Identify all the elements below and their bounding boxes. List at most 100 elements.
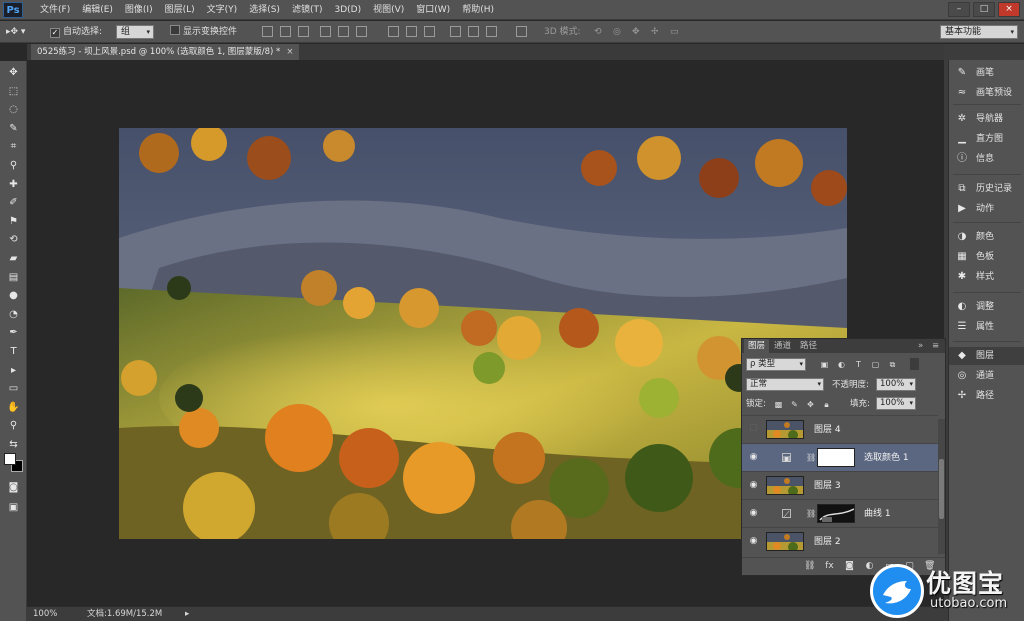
dock-item-brush-presets[interactable]: ≈ 画笔预设 [949, 84, 1024, 102]
align-icon[interactable] [486, 26, 497, 37]
mode3d-icon[interactable]: ⟲ [594, 24, 602, 40]
align-icon[interactable] [338, 26, 349, 37]
align-icon[interactable] [450, 26, 461, 37]
lock-transparent-icon[interactable]: ▩ [774, 400, 783, 409]
dock-item-adjustments[interactable]: ◐ 调整 [949, 298, 1024, 316]
align-icon[interactable] [516, 26, 527, 37]
align-icon[interactable] [424, 26, 435, 37]
panel-menu-icon[interactable]: ≡ [932, 339, 939, 353]
filter-shape-icon[interactable]: ▢ [871, 360, 880, 369]
close-button[interactable]: × [998, 2, 1020, 17]
dock-item-styles[interactable]: ✱ 样式 [949, 268, 1024, 286]
visibility-eye-icon[interactable]: ◉ [748, 452, 759, 463]
quick-mask-icon[interactable]: ◙ [7, 481, 20, 494]
move-tool-preset-icon[interactable]: ▸✥ ▾ [6, 24, 25, 40]
dock-item-properties[interactable]: ☰ 属性 [949, 318, 1024, 336]
menu-item-0[interactable]: 文件(F) [34, 0, 76, 20]
visibility-eye-icon[interactable]: ◉ [748, 508, 759, 519]
visibility-eye-icon[interactable] [750, 424, 757, 431]
dock-item-history[interactable]: ⧉ 历史记录 [949, 180, 1024, 198]
align-icon[interactable] [262, 26, 273, 37]
align-icon[interactable] [356, 26, 367, 37]
blur-tool-icon[interactable]: ● [7, 289, 20, 302]
lasso-tool-icon[interactable]: ◌ [7, 103, 20, 116]
layer-thumbnail[interactable] [766, 532, 804, 551]
layer-row[interactable]: 图层 4 [742, 415, 938, 443]
eyedropper-tool-icon[interactable]: ⚲ [7, 159, 20, 172]
eraser-tool-icon[interactable]: ▰ [7, 252, 20, 265]
document-tab[interactable]: 0525练习 - 坝上风景.psd @ 100% (选取颜色 1, 图层蒙版/8… [31, 44, 300, 60]
mode3d-icon[interactable]: ✢ [651, 24, 659, 40]
menu-item-3[interactable]: 图层(L) [159, 0, 201, 20]
screen-mode-icon[interactable]: ▣ [7, 501, 20, 514]
filter-kind-dropdown[interactable]: ρ 类型 ▾ [746, 358, 806, 371]
align-icon[interactable] [320, 26, 331, 37]
mode3d-icon[interactable]: ◎ [613, 24, 621, 40]
visibility-eye-icon[interactable]: ◉ [748, 480, 759, 491]
maximize-button[interactable]: □ [973, 2, 995, 17]
filter-smart-object-icon[interactable]: ⧉ [888, 360, 897, 369]
layer-row[interactable]: ◉ 图层 2 [742, 527, 938, 555]
pen-tool-icon[interactable]: ✒ [7, 326, 20, 339]
filter-toggle-icon[interactable] [910, 358, 919, 370]
show-transform-checkbox[interactable]: 显示变换控件 [170, 24, 237, 40]
layer-name[interactable]: 图层 3 [814, 479, 841, 493]
dock-item-info[interactable]: ⓘ 信息 [949, 150, 1024, 168]
dock-item-histogram[interactable]: ▁ 直方图 [949, 130, 1024, 148]
lock-all-icon[interactable]: 🔒︎ [822, 400, 831, 409]
align-icon[interactable] [406, 26, 417, 37]
align-icon[interactable] [280, 26, 291, 37]
collapse-panel-icon[interactable]: » [918, 339, 923, 353]
zoom-tool-icon[interactable]: ⚲ [7, 419, 20, 432]
tab-paths[interactable]: 路径 [800, 339, 817, 353]
layer-style-icon[interactable]: fx [824, 561, 835, 572]
gradient-tool-icon[interactable]: ▤ [7, 271, 20, 284]
layers-scrollbar-thumb[interactable] [939, 459, 944, 519]
layer-row[interactable]: ◉ 图层 3 [742, 471, 938, 499]
dock-item-actions[interactable]: ▶ 动作 [949, 200, 1024, 218]
lock-position-icon[interactable]: ✥ [806, 400, 815, 409]
move-tool-icon[interactable]: ✥ [7, 66, 20, 79]
layer-name[interactable]: 图层 2 [814, 535, 841, 549]
default-colors-icon[interactable]: ⇆ [7, 438, 20, 451]
blend-mode-dropdown[interactable]: 正常 ▾ [746, 378, 824, 391]
tab-channels[interactable]: 通道 [774, 339, 791, 353]
mask-link-icon[interactable]: ⛓ [806, 453, 816, 462]
close-tab-icon[interactable]: × [286, 47, 293, 57]
align-icon[interactable] [298, 26, 309, 37]
layer-name[interactable]: 图层 4 [814, 423, 841, 437]
history-brush-tool-icon[interactable]: ⟲ [7, 233, 20, 246]
layer-row[interactable]: ◉ ⟋ ⛓ 曲线 1 [742, 499, 938, 527]
dock-item-swatches[interactable]: ▦ 色板 [949, 248, 1024, 266]
opacity-input[interactable]: 100% ▾ [876, 378, 916, 391]
align-icon[interactable] [388, 26, 399, 37]
lock-image-icon[interactable]: ✎ [790, 400, 799, 409]
layer-row[interactable]: ◉ ▣ ⛓ 选取颜色 1 [742, 443, 938, 471]
link-layers-icon[interactable]: ⛓ [804, 561, 815, 572]
menu-item-1[interactable]: 编辑(E) [76, 0, 119, 20]
dock-item-brush[interactable]: ✎ 画笔 [949, 64, 1024, 82]
hand-tool-icon[interactable]: ✋ [7, 401, 20, 414]
path-select-tool-icon[interactable]: ▸ [7, 364, 20, 377]
menu-item-10[interactable]: 帮助(H) [456, 0, 500, 20]
auto-select-checkbox[interactable]: ✓ 自动选择: [50, 24, 102, 40]
status-menu-arrow-icon[interactable]: ▸ [185, 608, 189, 620]
auto-select-dropdown[interactable]: 组 ▾ [116, 25, 154, 39]
filter-adjustment-icon[interactable]: ◐ [837, 360, 846, 369]
align-icon[interactable] [468, 26, 479, 37]
menu-item-8[interactable]: 视图(V) [367, 0, 410, 20]
layer-thumbnail[interactable] [766, 476, 804, 495]
menu-item-7[interactable]: 3D(D) [328, 0, 367, 20]
shape-tool-icon[interactable]: ▭ [7, 382, 20, 395]
workspace-dropdown[interactable]: 基本功能 ▾ [940, 25, 1018, 39]
menu-item-4[interactable]: 文字(Y) [201, 0, 244, 20]
dock-item-channels[interactable]: ◎ 通道 [949, 367, 1024, 385]
dodge-tool-icon[interactable]: ◔ [7, 308, 20, 321]
menu-item-5[interactable]: 选择(S) [243, 0, 286, 20]
zoom-level[interactable]: 100% [33, 608, 57, 620]
dock-item-layers[interactable]: ◆ 图层 [949, 347, 1024, 365]
layer-mask-thumbnail[interactable] [817, 448, 855, 467]
tab-layers[interactable]: 图层 [744, 339, 770, 353]
menu-item-9[interactable]: 窗口(W) [410, 0, 456, 20]
landscape-photo[interactable] [119, 128, 847, 539]
